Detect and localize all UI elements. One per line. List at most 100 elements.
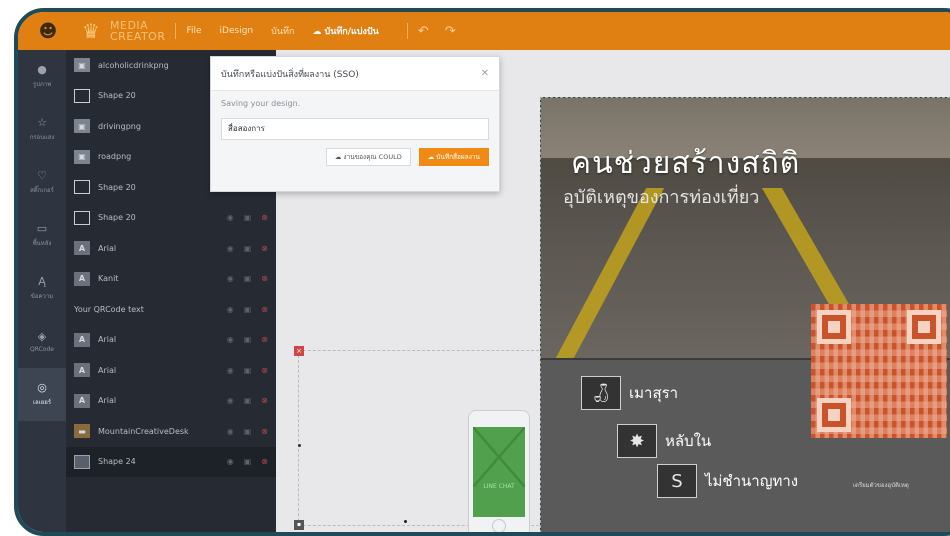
dialog-body: Saving your design. ☁ งานของคุณ COULD ☁ …: [211, 91, 499, 174]
layer-controls: ◉ ▣ ⊗: [227, 203, 268, 234]
circle-icon: ●: [37, 63, 47, 76]
dialog-message: Saving your design.: [221, 99, 301, 108]
layer-controls: ◉ ▣ ⊗: [227, 264, 268, 295]
delete-icon[interactable]: ⊗: [261, 274, 268, 283]
poster-item-drink[interactable]: 🍶︎ เมาสุรา: [581, 376, 678, 410]
qrcode-image[interactable]: [811, 304, 947, 438]
star-icon: ☆: [37, 116, 47, 129]
layer-controls: ◉ ▣ ⊗: [227, 325, 268, 356]
layer-item[interactable]: ▦ Your QRCode text ◉ ▣ ⊗: [66, 294, 352, 514]
layers-icon: ◎: [37, 381, 47, 394]
eye-icon[interactable]: ◉: [227, 213, 234, 222]
dialog-header: บันทึกหรือแบ่งปันสิ่งที่ผลงาน (SSO) ✕: [211, 57, 499, 91]
heart-icon: ♡: [37, 169, 47, 182]
delete-icon[interactable]: ⊗: [261, 244, 268, 253]
layer-controls: ◉ ▣ ⊗: [227, 447, 268, 478]
layer-item[interactable]: ▬ MountainCreativeDesk ◉ ▣ ⊗: [66, 416, 276, 447]
delete-icon[interactable]: ⊗: [261, 366, 268, 375]
eye-icon[interactable]: ◉: [227, 244, 234, 253]
driver-icon: ✸: [617, 424, 657, 458]
layer-item[interactable]: A Arial ◉ ▣ ⊗: [66, 355, 276, 386]
rail-item-stickers[interactable]: ♡ สติ๊กเกอร์: [18, 156, 66, 209]
delete-icon[interactable]: ⊗: [261, 427, 268, 436]
rail-item-frames[interactable]: ☆ กรอบแสง: [18, 103, 66, 156]
delete-icon[interactable]: ⊗: [261, 335, 268, 344]
anchor-point: [298, 444, 301, 447]
layer-item[interactable]: A Arial ◉ ▣ ⊗: [66, 233, 276, 264]
rail-item-text[interactable]: Ą ข้อความ: [18, 262, 66, 315]
lock-icon[interactable]: ▣: [244, 274, 252, 283]
menu-save[interactable]: บันทึก: [271, 24, 294, 38]
menu-save-share[interactable]: ☁ บันทึก/แบ่งปัน: [312, 24, 378, 38]
lock-icon[interactable]: ▣: [244, 396, 252, 405]
qr-finder: [817, 398, 851, 432]
crown-icon: ♛: [82, 19, 100, 43]
text-thumbnail-icon: A: [74, 363, 90, 378]
poster-title[interactable]: คนช่วยสร้างสถิติ: [571, 140, 800, 187]
lock-icon[interactable]: ▣: [244, 335, 252, 344]
save-share-dialog: บันทึกหรือแบ่งปันสิ่งที่ผลงาน (SSO) ✕ Sa…: [210, 56, 500, 192]
qr-finder: [817, 310, 851, 344]
layer-item[interactable]: Shape 24 ◉ ▣ ⊗: [66, 446, 276, 478]
eye-icon[interactable]: ◉: [227, 274, 234, 283]
curve-road-icon: S: [657, 464, 697, 498]
eye-icon[interactable]: ◉: [227, 427, 234, 436]
menu-divider: [406, 23, 408, 39]
redo-icon[interactable]: ↷: [445, 24, 456, 39]
image-thumbnail-icon: ▣: [74, 119, 90, 134]
text-thumbnail-icon: A: [74, 241, 90, 256]
cloud-save-button[interactable]: ☁ งานของคุณ COULD: [325, 147, 411, 166]
delete-icon[interactable]: ⊗: [261, 457, 268, 466]
remove-handle-icon[interactable]: ×: [294, 346, 304, 356]
phone-preview: LINE CHAT: [468, 410, 530, 532]
lock-icon[interactable]: ▣: [244, 305, 252, 314]
menu-idesign[interactable]: iDesign: [220, 26, 254, 36]
lock-icon[interactable]: ▣: [244, 457, 252, 466]
rail-item-photos[interactable]: ● รูปภาพ: [18, 50, 66, 103]
undo-icon[interactable]: ↶: [418, 24, 429, 39]
phone-label: LINE CHAT: [483, 483, 515, 490]
eye-icon[interactable]: ◉: [227, 366, 234, 375]
eye-icon[interactable]: ◉: [227, 457, 234, 466]
save-work-button[interactable]: ☁ บันทึกสื่อผลงาน: [418, 147, 489, 166]
layer-item[interactable]: A Arial ◉ ▣ ⊗: [66, 325, 276, 356]
text-icon: Ą: [38, 275, 46, 288]
layer-item[interactable]: A Arial ◉ ▣ ⊗: [66, 386, 276, 417]
eye-icon[interactable]: ◉: [227, 335, 234, 344]
poster-item-road[interactable]: S ไม่ชำนาญทาง: [657, 464, 798, 498]
anchor-point: [404, 520, 407, 523]
poster-subtitle[interactable]: อุบัติเหตุของการท่องเที่ยว: [563, 182, 759, 211]
rail-item-layers[interactable]: ◎ เลเยอร์: [18, 368, 66, 421]
eye-icon[interactable]: ◉: [227, 305, 234, 314]
app-frame: ☻ ♛ MEDIA CREATOR File iDesign บันทึก ☁ …: [14, 8, 950, 536]
lock-icon[interactable]: ▣: [244, 427, 252, 436]
layer-item[interactable]: A Kanit ◉ ▣ ⊗: [66, 264, 276, 295]
shape-thumbnail-icon: [74, 454, 90, 469]
delete-icon[interactable]: ⊗: [261, 305, 268, 314]
rail-item-background[interactable]: ▭ พื้นหลัง: [18, 209, 66, 262]
menu-file[interactable]: File: [186, 26, 201, 36]
poster-item-sleep[interactable]: ✸ หลับใน: [617, 424, 711, 458]
dialog-title: บันทึกหรือแบ่งปันสิ่งที่ผลงาน (SSO): [221, 69, 359, 80]
poster-tag: เตรียมตัวของอุบัติเหตุ: [853, 482, 909, 489]
resize-handle-icon[interactable]: ▪: [294, 520, 304, 530]
close-icon[interactable]: ✕: [481, 68, 489, 79]
qrcode-icon: ◈: [37, 329, 47, 343]
design-name-input[interactable]: [221, 117, 489, 140]
layer-item[interactable]: Shape 20 ◉ ▣ ⊗: [66, 203, 276, 234]
delete-icon[interactable]: ⊗: [261, 213, 268, 222]
top-bar: ☻ ♛ MEDIA CREATOR File iDesign บันทึก ☁ …: [18, 12, 950, 50]
lock-icon[interactable]: ▣: [244, 366, 252, 375]
eye-icon[interactable]: ◉: [227, 396, 234, 405]
image-thumbnail-icon: ▬: [74, 424, 90, 439]
rail-item-qrcode[interactable]: ◈ QRCode: [18, 315, 66, 368]
delete-icon[interactable]: ⊗: [261, 396, 268, 405]
brand-logo: MEDIA CREATOR: [110, 19, 166, 43]
lock-icon[interactable]: ▣: [244, 213, 252, 222]
qr-finder: [907, 310, 941, 344]
poster[interactable]: คนช่วยสร้างสถิติ อุบัติเหตุของการท่องเที…: [540, 97, 950, 532]
shape-thumbnail-icon: [74, 88, 90, 103]
layer-controls: ◉ ▣ ⊗: [227, 355, 268, 386]
lock-icon[interactable]: ▣: [244, 244, 252, 253]
layer-controls: ◉ ▣ ⊗: [227, 294, 268, 325]
